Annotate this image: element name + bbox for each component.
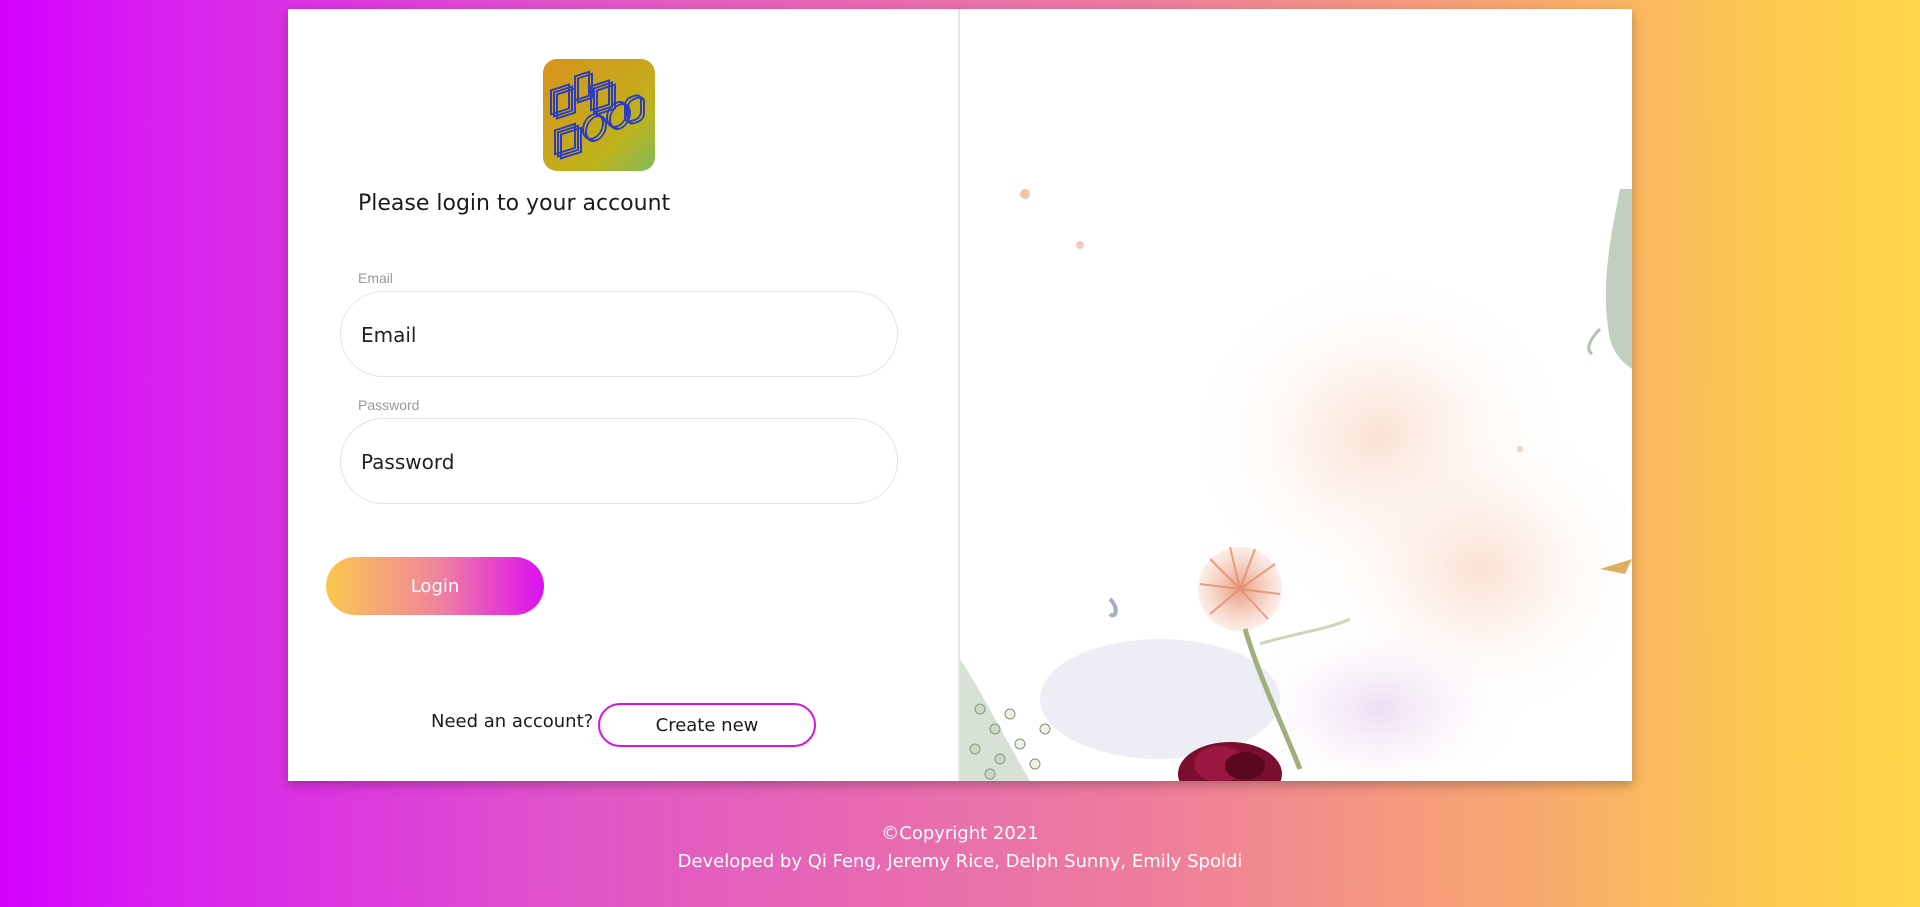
flower-illustration	[960, 9, 1632, 781]
login-button[interactable]: Login	[326, 557, 544, 615]
login-card: Please login to your account Email Passw…	[288, 9, 1632, 781]
big-mood-logo-icon	[543, 59, 655, 171]
email-field[interactable]	[359, 292, 883, 378]
password-label: Password	[358, 397, 420, 413]
footer: ©Copyright 2021 Developed by Qi Feng, Je…	[0, 820, 1920, 876]
login-heading: Please login to your account	[358, 191, 671, 216]
login-panel: Please login to your account Email Passw…	[288, 9, 960, 781]
email-label: Email	[358, 270, 394, 286]
password-field[interactable]	[359, 419, 883, 505]
developers-text: Developed by Qi Feng, Jeremy Rice, Delph…	[677, 851, 1243, 872]
flower-image	[960, 9, 1632, 781]
need-account-text: Need an account?	[431, 711, 594, 732]
password-field-container	[340, 418, 898, 505]
email-field-container	[340, 291, 898, 378]
copyright-text: ©Copyright 2021	[881, 823, 1039, 844]
create-new-button[interactable]: Create new	[598, 703, 816, 747]
